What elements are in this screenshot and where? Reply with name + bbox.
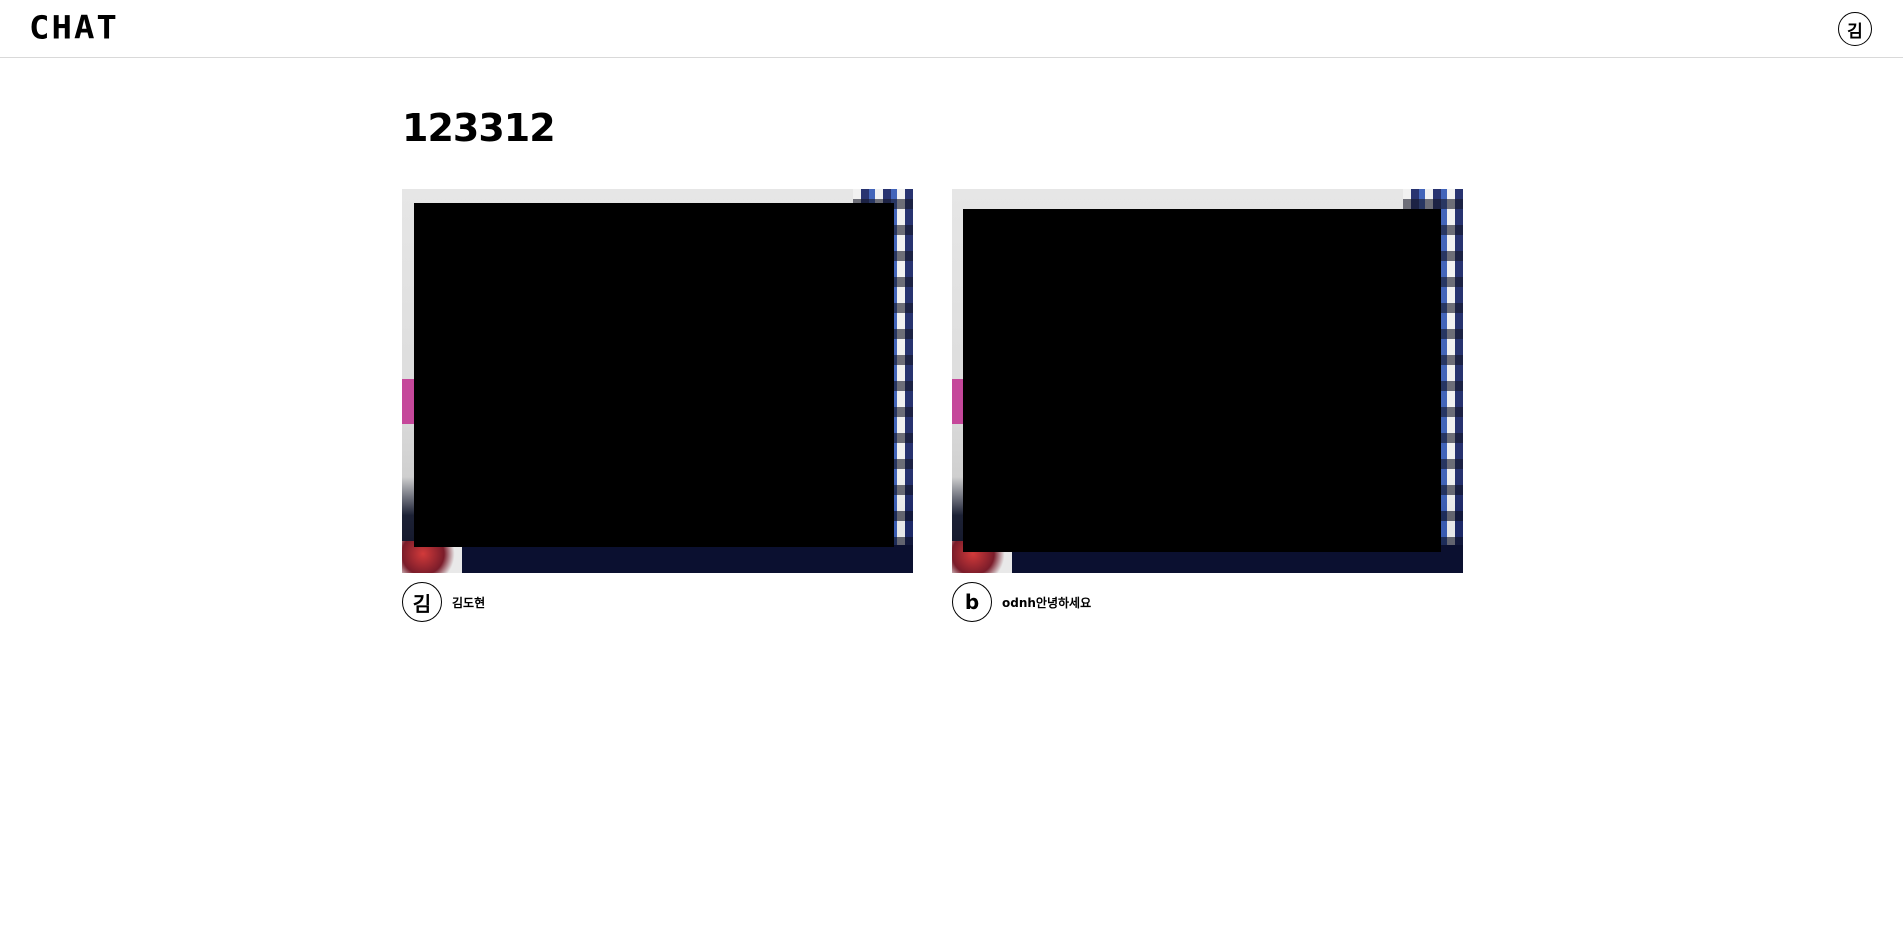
participant-avatar: 김: [402, 582, 442, 622]
video-tile: [402, 189, 913, 573]
top-header: CHAT 김: [0, 0, 1903, 58]
room-title: 123312: [402, 106, 556, 150]
user-avatar[interactable]: 김: [1838, 12, 1872, 46]
app-logo[interactable]: CHAT: [29, 9, 119, 47]
participant-info: b odnh안녕하세요: [952, 581, 1091, 623]
video-tile: [952, 189, 1463, 573]
video-redaction: [414, 203, 894, 547]
participant-name: 김도현: [452, 595, 486, 610]
participant-info: 김 김도현: [402, 581, 485, 623]
participant-avatar: b: [952, 582, 992, 622]
video-redaction: [963, 209, 1441, 552]
participant-name: odnh안녕하세요: [1002, 595, 1092, 610]
